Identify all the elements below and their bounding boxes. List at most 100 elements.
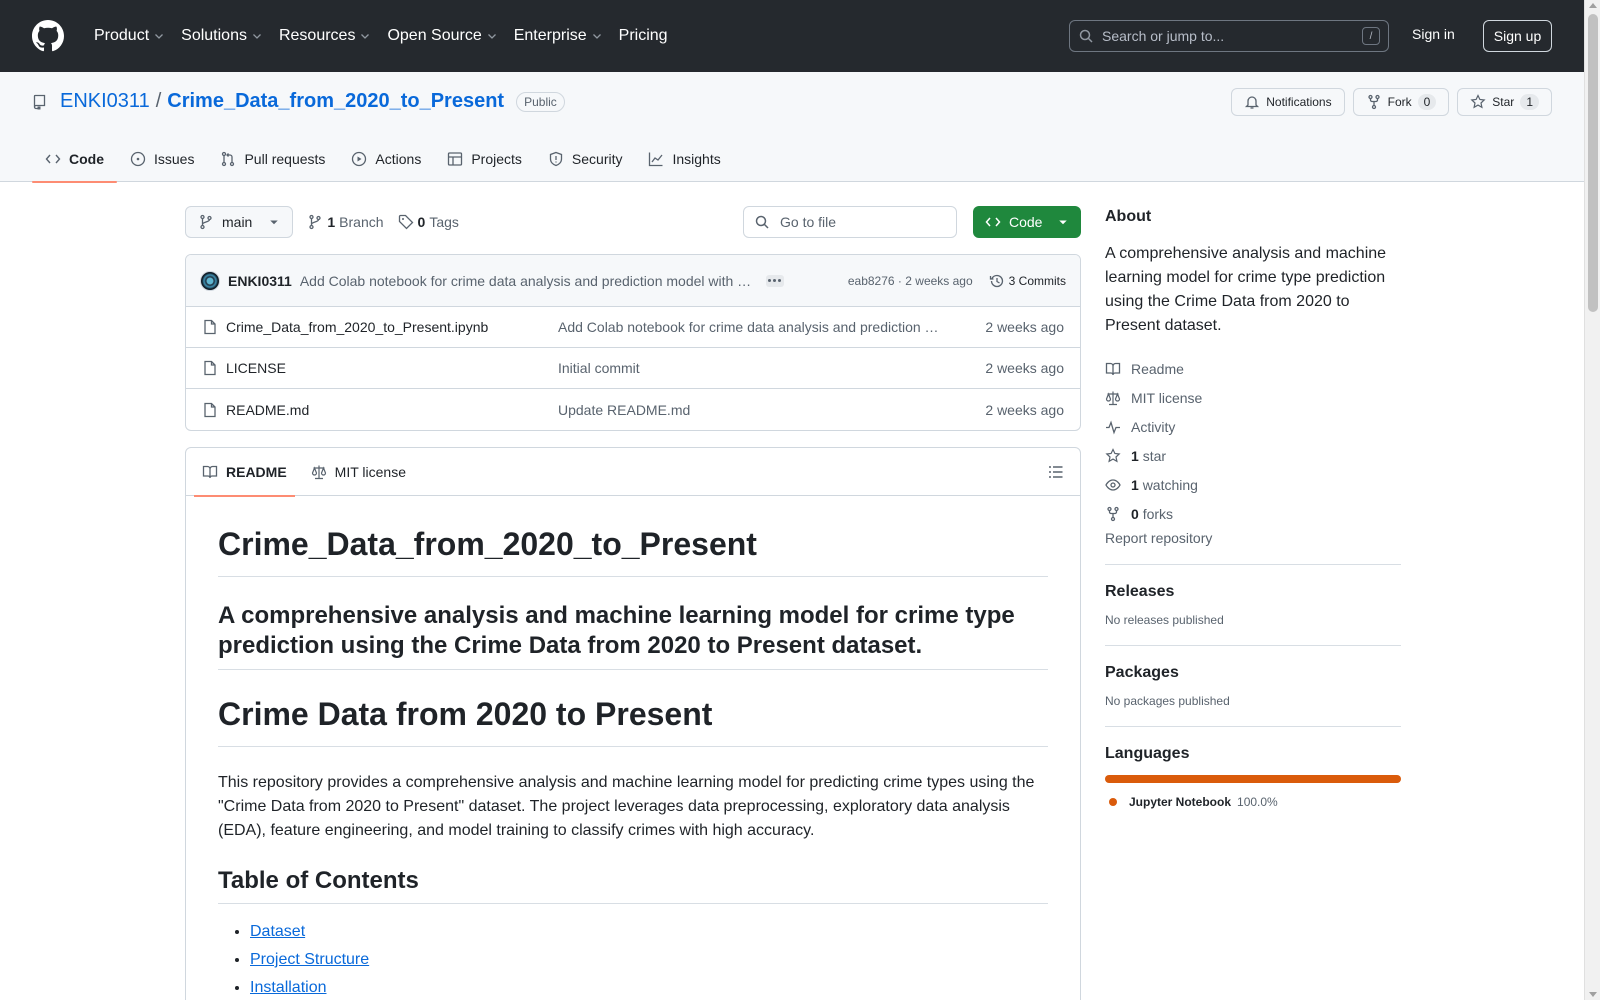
- nav-open-source[interactable]: Open Source: [379, 20, 505, 52]
- fork-icon: [1367, 94, 1380, 110]
- language-item[interactable]: Jupyter Notebook 100.0%: [1105, 795, 1401, 809]
- toc-link-project-structure[interactable]: Project Structure: [250, 951, 369, 968]
- commits-history-link[interactable]: 3 Commits: [989, 273, 1066, 289]
- license-link-label: MIT license: [1131, 389, 1203, 406]
- tab-projects[interactable]: Projects: [434, 136, 535, 182]
- github-logo-icon[interactable]: [32, 20, 64, 52]
- report-repository-link[interactable]: Report repository: [1105, 530, 1401, 565]
- toc-link-installation[interactable]: Installation: [250, 979, 327, 996]
- nav-enterprise[interactable]: Enterprise: [506, 20, 611, 52]
- go-to-file-placeholder: Go to file: [780, 214, 837, 230]
- pulse-icon: [1106, 420, 1120, 434]
- star-button[interactable]: Star 1: [1457, 88, 1552, 116]
- page-scrollbar[interactable]: [1584, 0, 1600, 1000]
- tag-count: 0: [417, 214, 426, 230]
- global-search-input[interactable]: Search or jump to... /: [1069, 20, 1389, 52]
- tab-license-label: MIT license: [334, 463, 406, 480]
- file-date: 2 weeks ago: [985, 401, 1064, 418]
- forks-label: forks: [1142, 505, 1174, 522]
- nav-resources[interactable]: Resources: [271, 20, 379, 52]
- chevron-down-icon: [592, 34, 601, 39]
- avatar[interactable]: [200, 270, 220, 291]
- fork-button[interactable]: Fork 0: [1352, 88, 1450, 116]
- releases-heading[interactable]: Releases: [1105, 583, 1401, 601]
- search-shortcut-key: /: [1362, 27, 1380, 45]
- scrollbar-thumb[interactable]: [1588, 14, 1598, 312]
- watching-text: 1 watching: [1131, 477, 1198, 493]
- list-item: Project Structure: [250, 948, 1048, 972]
- repo-tabs: Code Issues Pull requests Actions Projec…: [32, 136, 734, 183]
- commit-meta-separator: ·: [897, 273, 902, 288]
- watchers-link[interactable]: 1 watching: [1105, 470, 1401, 499]
- tab-issues-label: Issues: [154, 151, 195, 167]
- readme-tabs: README MIT license: [186, 448, 1080, 497]
- readme-link-label: Readme: [1131, 360, 1184, 377]
- file-name-link[interactable]: LICENSE: [226, 360, 558, 376]
- file-name-link[interactable]: Crime_Data_from_2020_to_Present.ipynb: [226, 319, 558, 335]
- fork-count: 0: [1417, 94, 1437, 110]
- tab-code[interactable]: Code: [32, 136, 117, 183]
- license-link[interactable]: MIT license: [1105, 383, 1401, 412]
- scroll-down-arrow-icon[interactable]: [1589, 992, 1597, 997]
- tab-actions[interactable]: Actions: [338, 136, 434, 182]
- commit-message-link[interactable]: Add Colab notebook for crime data analys…: [300, 273, 752, 289]
- repo-name-link[interactable]: Crime_Data_from_2020_to_Present: [167, 90, 504, 113]
- stars-link[interactable]: 1 star: [1105, 441, 1401, 470]
- file-row[interactable]: Crime_Data_from_2020_to_Present.ipynb Ad…: [186, 307, 1080, 348]
- sign-in-link[interactable]: Sign in: [1412, 26, 1455, 42]
- file-commit-link[interactable]: Update README.md: [558, 402, 941, 418]
- file-commit-link[interactable]: Add Colab notebook for crime data analys…: [558, 319, 941, 335]
- toc-link-dataset[interactable]: Dataset: [250, 923, 305, 940]
- branch-selector[interactable]: main: [185, 206, 294, 238]
- notifications-label: Notifications: [1266, 95, 1332, 109]
- readme-link[interactable]: Readme: [1105, 354, 1401, 383]
- tab-license[interactable]: MIT license: [303, 448, 414, 496]
- releases-section: Releases No releases published: [1105, 565, 1401, 646]
- chevron-down-icon: [361, 34, 370, 39]
- search-icon: [1079, 29, 1093, 43]
- notifications-button[interactable]: Notifications: [1231, 88, 1345, 116]
- commit-hash[interactable]: eab8276: [848, 274, 895, 288]
- language-bar: [1105, 775, 1401, 783]
- commit-meta: eab8276 · 2 weeks ago 3 Commits: [848, 273, 1066, 289]
- tab-pull-requests[interactable]: Pull requests: [207, 136, 338, 182]
- tab-issues[interactable]: Issues: [117, 136, 207, 182]
- star-label: Star: [1492, 95, 1515, 109]
- list-item: Installation: [250, 976, 1048, 1000]
- chevron-down-icon: [487, 34, 496, 39]
- tags-link[interactable]: 0 Tags: [398, 214, 459, 230]
- code-dropdown-button[interactable]: Code: [973, 206, 1081, 238]
- branches-link[interactable]: 1 Branch: [307, 214, 384, 230]
- go-to-file-input[interactable]: Go to file: [743, 206, 957, 238]
- branch-icon: [309, 214, 322, 230]
- visibility-badge: Public: [516, 91, 565, 112]
- sign-up-button[interactable]: Sign up: [1483, 20, 1552, 52]
- tab-insights-label: Insights: [672, 151, 721, 167]
- nav-product[interactable]: Product: [86, 20, 173, 52]
- list-outline-icon[interactable]: [1048, 464, 1064, 480]
- stars-label: star: [1142, 447, 1167, 464]
- repo-header: ENKI0311 / Crime_Data_from_2020_to_Prese…: [0, 72, 1584, 183]
- code-button-label: Code: [1009, 214, 1043, 230]
- nav-pricing[interactable]: Pricing: [611, 20, 676, 52]
- languages-heading: Languages: [1105, 745, 1190, 762]
- commit-author-link[interactable]: ENKI0311: [228, 273, 292, 289]
- history-icon: [989, 274, 1003, 287]
- file-commit-link[interactable]: Initial commit: [558, 360, 941, 376]
- nav-solutions[interactable]: Solutions: [173, 20, 271, 52]
- tab-readme[interactable]: README: [194, 448, 295, 497]
- repo-owner-link[interactable]: ENKI0311: [60, 90, 150, 113]
- packages-heading[interactable]: Packages: [1105, 664, 1401, 682]
- toc-list: Dataset Project Structure Installation: [218, 920, 1048, 1000]
- file-row[interactable]: README.md Update README.md 2 weeks ago: [186, 389, 1080, 430]
- file-name-link[interactable]: README.md: [226, 402, 558, 418]
- activity-link-label: Activity: [1131, 418, 1176, 435]
- expand-commit-button[interactable]: [765, 274, 784, 287]
- fork-label: Fork: [1387, 95, 1412, 109]
- scroll-up-arrow-icon[interactable]: [1589, 3, 1597, 8]
- tab-security[interactable]: Security: [535, 136, 636, 182]
- activity-link[interactable]: Activity: [1105, 412, 1401, 441]
- tab-insights[interactable]: Insights: [635, 136, 733, 182]
- file-row[interactable]: LICENSE Initial commit 2 weeks ago: [186, 348, 1080, 389]
- forks-link[interactable]: 0 forks: [1105, 499, 1401, 528]
